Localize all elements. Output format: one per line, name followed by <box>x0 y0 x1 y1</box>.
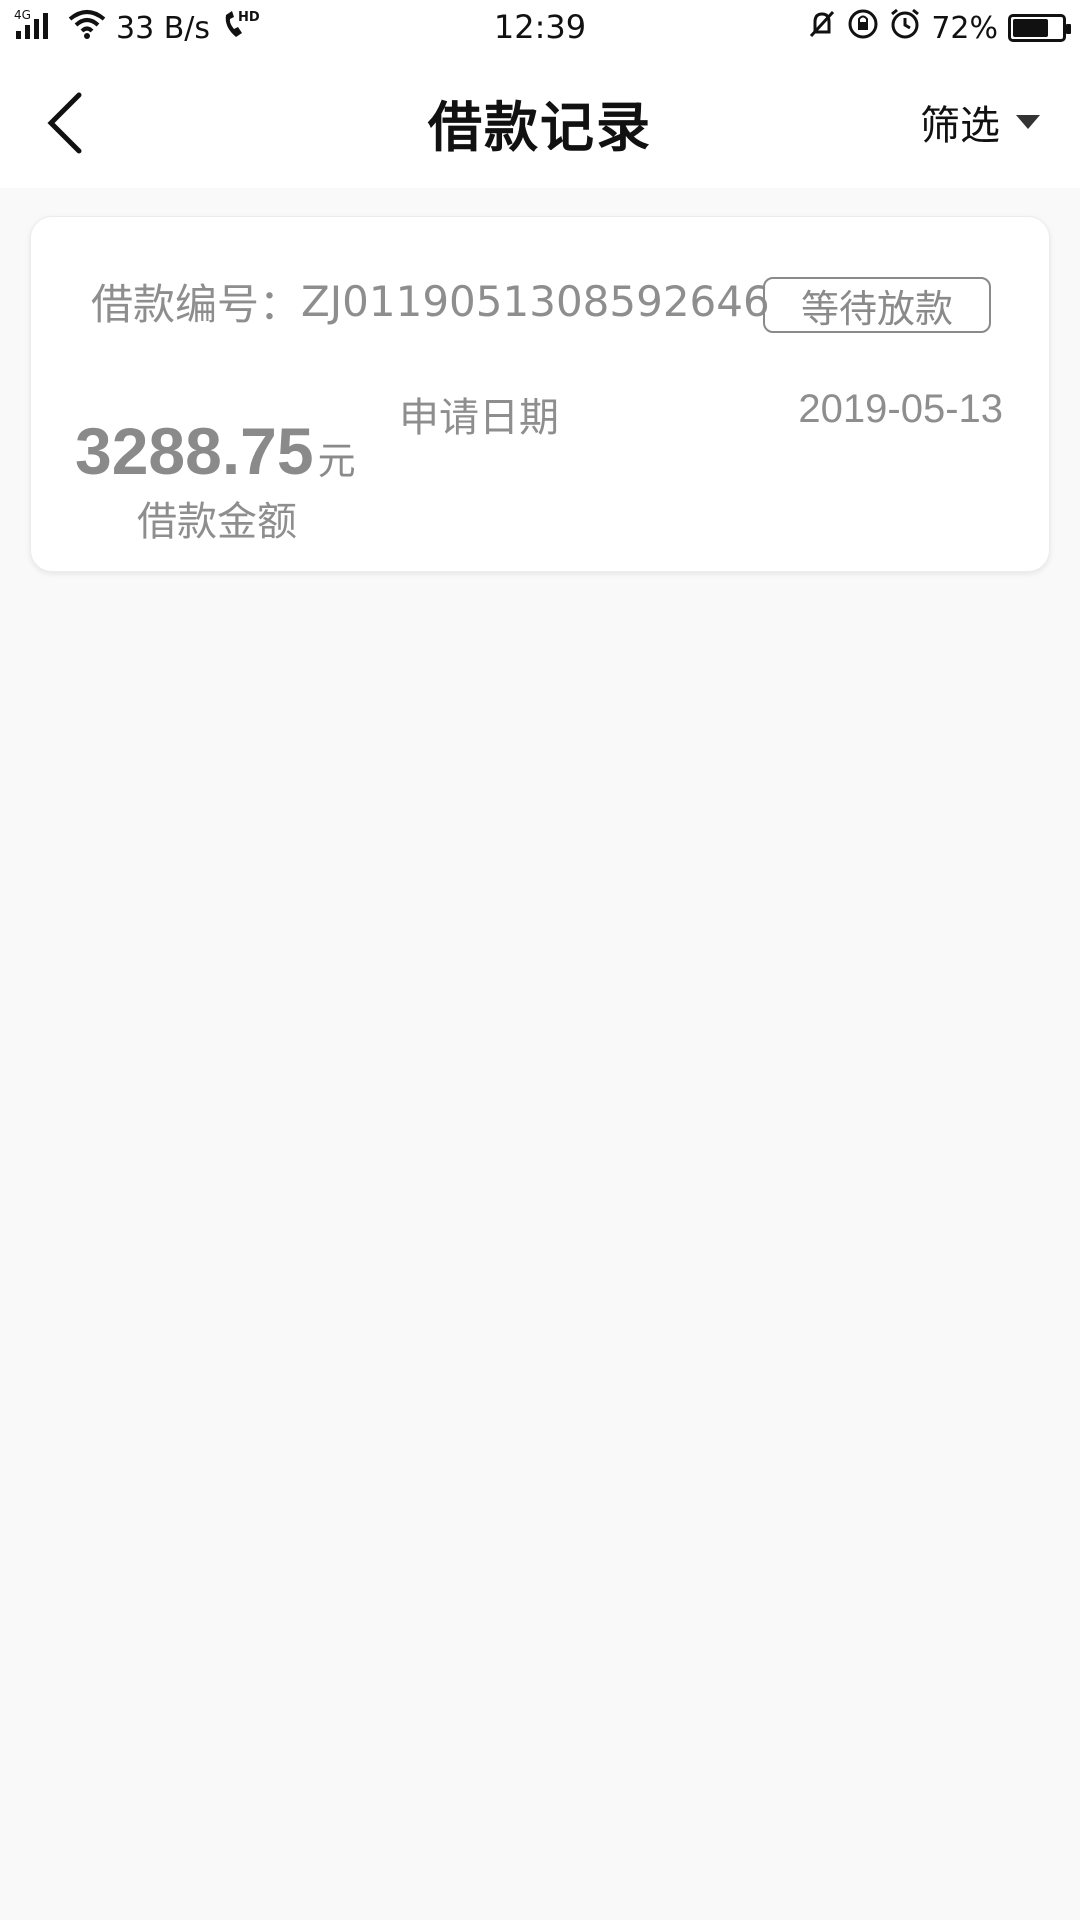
loan-record-card[interactable]: 借款编号： ZJ0119051308592646 等待放款 3288.75 元 … <box>30 216 1050 572</box>
apply-date-label: 申请日期 <box>399 395 559 441</box>
battery-icon <box>1008 14 1071 42</box>
loan-amount-value: 3288.75 <box>75 414 314 488</box>
loan-amount: 3288.75 元 <box>75 413 356 489</box>
loan-amount-label: 借款金额 <box>137 499 297 545</box>
status-badge: 等待放款 <box>763 277 991 333</box>
status-bar: 4G 33 B/s HD 12:39 72% <box>0 0 1080 56</box>
filter-label: 筛选 <box>920 103 1000 149</box>
loan-amount-unit: 元 <box>317 439 356 483</box>
page-title: 借款记录 <box>428 95 652 159</box>
loan-number-label: 借款编号： <box>91 280 302 329</box>
back-arrow-icon <box>47 92 82 154</box>
caret-down-icon <box>1016 115 1040 129</box>
loan-number-value: ZJ0119051308592646 <box>301 277 770 326</box>
apply-date-value: 2019-05-13 <box>798 387 1003 431</box>
back-button[interactable] <box>30 88 100 158</box>
filter-button[interactable]: 筛选 <box>920 92 1040 152</box>
clock: 12:39 <box>493 8 587 46</box>
battery-fill <box>1013 19 1048 37</box>
loan-number: 借款编号： ZJ0119051308592646 <box>91 271 770 332</box>
header: 借款记录 筛选 <box>0 56 1080 188</box>
